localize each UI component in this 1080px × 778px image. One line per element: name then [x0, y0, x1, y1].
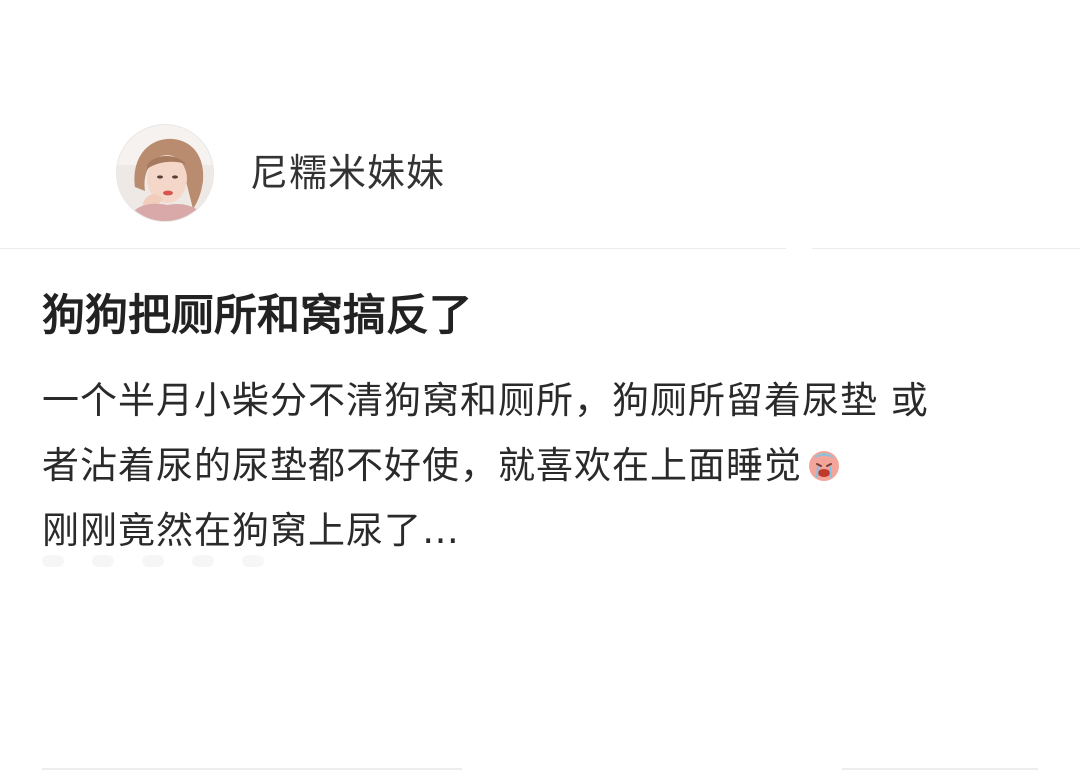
header-divider-right: [812, 248, 1080, 249]
post-title: 狗狗把厕所和窝搞反了: [42, 291, 472, 341]
post-header: 尼糯米妹妹: [0, 0, 1080, 248]
faded-placeholder: [42, 552, 302, 572]
avatar-photo-icon: [117, 125, 213, 221]
crying-face-emoji-icon: [809, 451, 839, 481]
user-avatar[interactable]: [116, 124, 214, 222]
post-body-line-text: 者沾着尿的尿垫都不好使，就喜欢在上面睡觉: [42, 444, 802, 487]
header-divider: [0, 248, 786, 249]
username[interactable]: 尼糯米妹妹: [250, 147, 445, 199]
post-body-line: 者沾着尿的尿垫都不好使，就喜欢在上面睡觉: [42, 433, 1038, 498]
post-body-line: 一个半月小柴分不清狗窝和厕所，狗厕所留着尿垫 或: [42, 379, 929, 422]
post-body: 一个半月小柴分不清狗窝和厕所，狗厕所留着尿垫 或 者沾着尿的尿垫都不好使，就喜欢…: [42, 368, 1038, 563]
footer-divider-right: [842, 768, 1038, 770]
footer-divider: [42, 768, 462, 770]
